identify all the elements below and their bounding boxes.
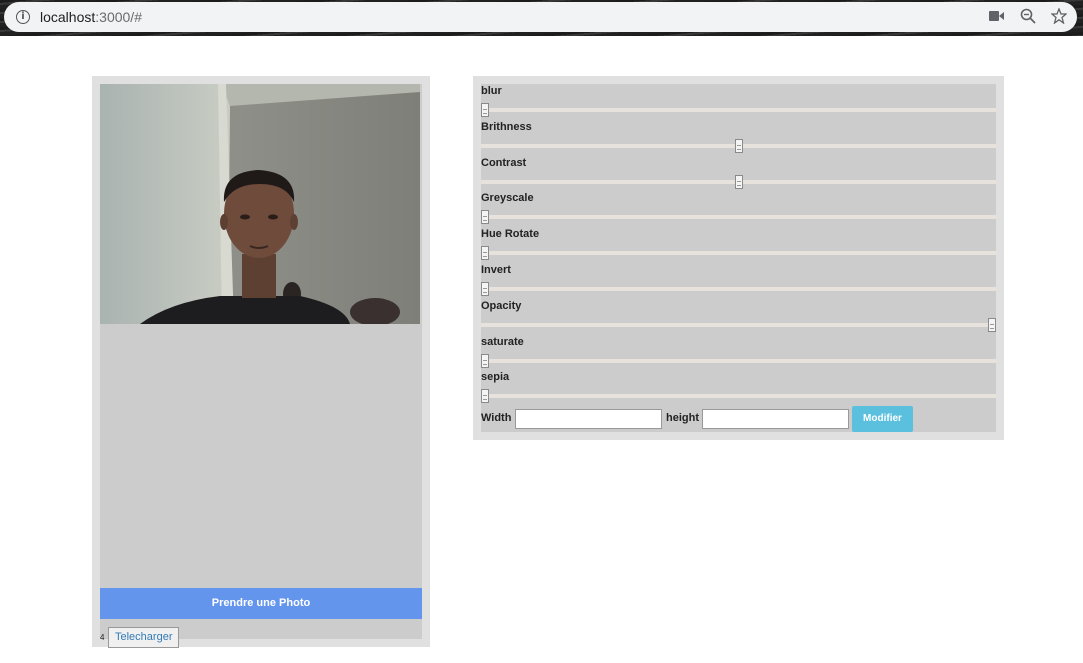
filter-row: Contrast bbox=[481, 156, 996, 192]
size-form: Width height Modifier bbox=[481, 406, 996, 432]
modify-button[interactable]: Modifier bbox=[852, 406, 913, 432]
height-input[interactable] bbox=[702, 409, 849, 429]
filter-slider-thumb[interactable] bbox=[735, 139, 743, 153]
camera-icon[interactable] bbox=[988, 8, 1006, 26]
filter-slider-track[interactable] bbox=[481, 215, 996, 219]
filter-slider-thumb[interactable] bbox=[481, 282, 489, 296]
filter-slider-track[interactable] bbox=[481, 287, 996, 291]
filter-slider-thumb[interactable] bbox=[481, 246, 489, 260]
filter-label: Greyscale bbox=[481, 192, 534, 204]
filter-row: Greyscale bbox=[481, 191, 996, 227]
download-button[interactable]: Telecharger bbox=[108, 627, 180, 648]
filter-slider-thumb[interactable] bbox=[481, 389, 489, 403]
camera-card: Prendre une Photo 4 Telecharger bbox=[92, 76, 430, 648]
zoom-icon[interactable] bbox=[1019, 8, 1037, 26]
filter-row: sepia bbox=[481, 370, 996, 406]
filter-slider-thumb[interactable] bbox=[481, 210, 489, 224]
info-icon[interactable]: i bbox=[16, 10, 30, 24]
camera-panel: Prendre une Photo 4 Telecharger bbox=[100, 84, 422, 648]
height-label: height bbox=[666, 412, 699, 424]
filter-slider-track[interactable] bbox=[481, 359, 996, 363]
filter-row: blur bbox=[481, 84, 996, 120]
take-photo-button[interactable]: Prendre une Photo bbox=[100, 588, 422, 619]
filter-label: Contrast bbox=[481, 157, 527, 169]
filter-label: sepia bbox=[481, 371, 510, 383]
filter-row: Hue Rotate bbox=[481, 227, 996, 263]
filter-label: Opacity bbox=[481, 300, 522, 312]
filters-card: blur Brithness Contrast Greyscale Hue Rotate… bbox=[473, 76, 1004, 440]
filter-label: Hue Rotate bbox=[481, 228, 540, 240]
filter-row: Invert bbox=[481, 263, 996, 299]
url-text[interactable]: localhost:3000/# bbox=[40, 9, 142, 25]
filter-slider-track[interactable] bbox=[481, 108, 996, 112]
bookmark-star-icon[interactable] bbox=[1050, 7, 1068, 26]
filter-slider-thumb[interactable] bbox=[481, 354, 489, 368]
filter-row: saturate bbox=[481, 335, 996, 371]
filter-slider-track[interactable] bbox=[481, 251, 996, 255]
filter-slider-thumb[interactable] bbox=[481, 103, 489, 117]
filter-slider-thumb[interactable] bbox=[988, 318, 996, 332]
filter-row: Opacity bbox=[481, 299, 996, 335]
browser-toolbar: i localhost:3000/# bbox=[0, 0, 1083, 36]
filter-slider-track[interactable] bbox=[481, 394, 996, 398]
url-path: :3000/# bbox=[95, 9, 142, 25]
filter-label: Invert bbox=[481, 264, 511, 276]
width-label: Width bbox=[481, 412, 512, 424]
filter-row: Brithness bbox=[481, 120, 996, 156]
filter-label: blur bbox=[481, 85, 502, 97]
filter-slider-thumb[interactable] bbox=[735, 175, 743, 189]
filter-label: Brithness bbox=[481, 121, 532, 133]
filter-label: saturate bbox=[481, 336, 524, 348]
url-host: localhost bbox=[40, 9, 96, 25]
filter-slider-track[interactable] bbox=[481, 323, 996, 327]
webcam-video bbox=[100, 84, 420, 324]
filters-panel: blur Brithness Contrast Greyscale Hue Rotate… bbox=[481, 84, 996, 432]
width-input[interactable] bbox=[515, 409, 662, 429]
photo-counter: 4 bbox=[100, 633, 105, 642]
address-bar[interactable]: i localhost:3000/# bbox=[4, 2, 1077, 32]
